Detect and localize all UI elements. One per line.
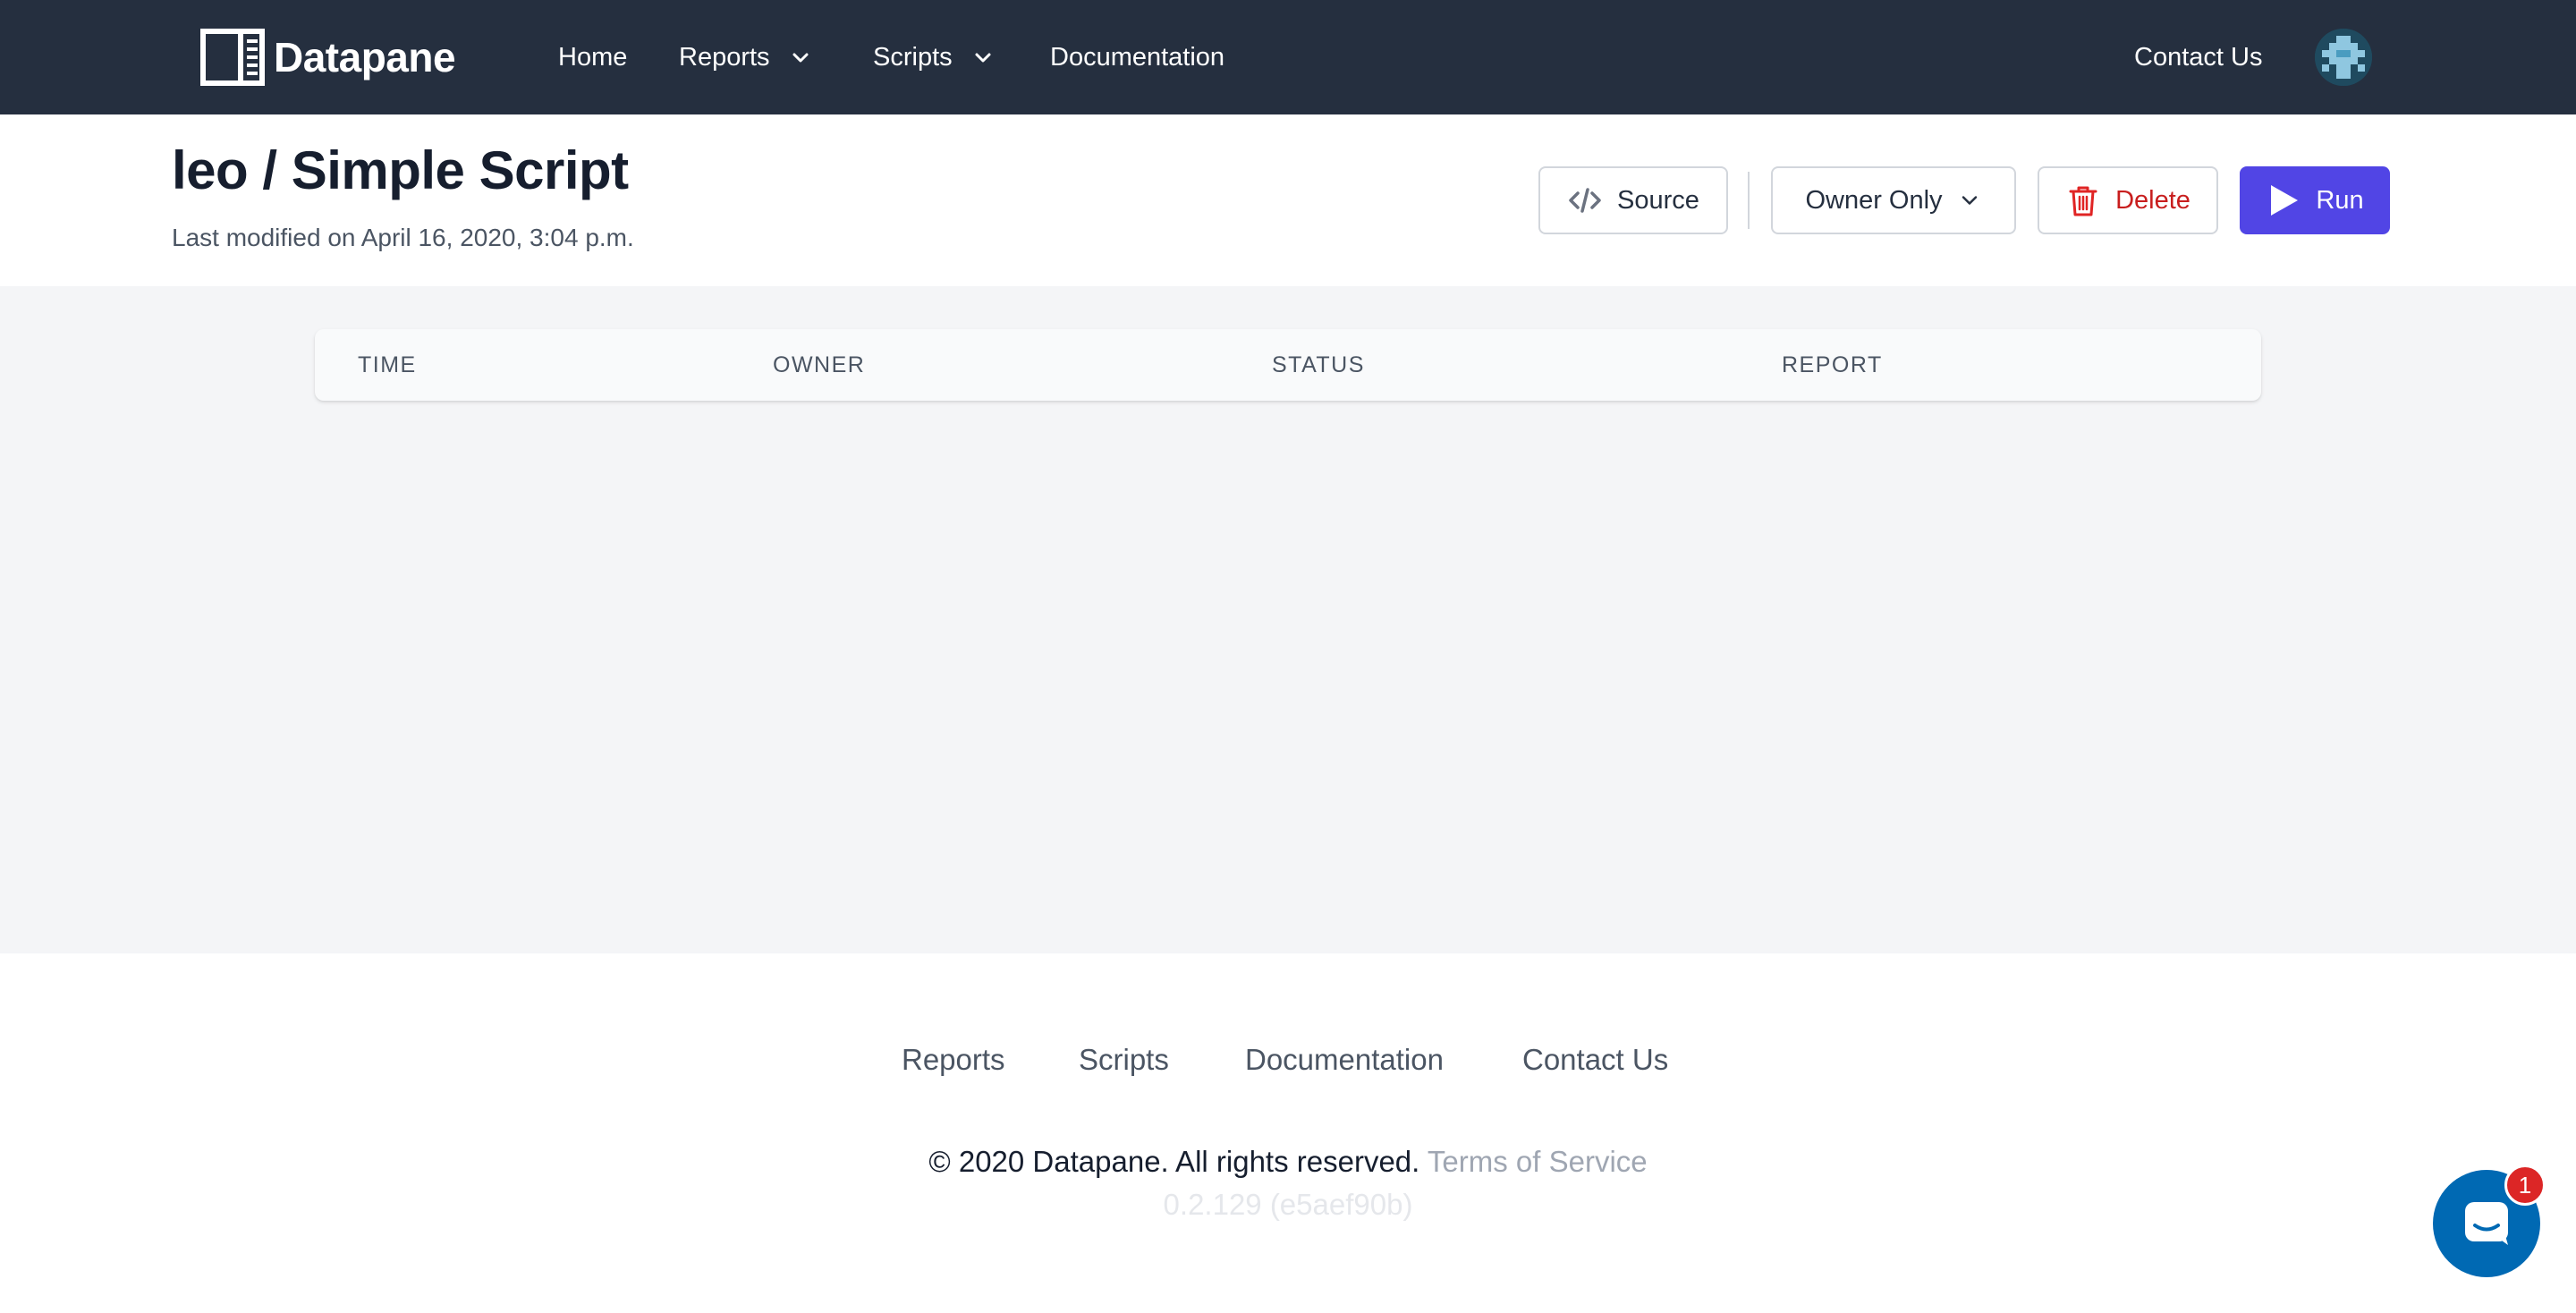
page-header: leo / Simple Script Last modified on Apr… bbox=[0, 114, 2576, 286]
chat-notification-badge: 1 bbox=[2504, 1165, 2546, 1206]
trash-icon bbox=[2069, 186, 2097, 216]
main-content: TIME OWNER STATUS REPORT bbox=[0, 286, 2576, 953]
avatar-icon bbox=[2315, 29, 2372, 86]
brand-name: Datapane bbox=[274, 34, 456, 80]
column-header-owner: OWNER bbox=[773, 352, 866, 377]
copyright-line: © 2020 Datapane. All rights reserved. Te… bbox=[0, 1145, 2576, 1179]
nav-contact-label: Contact Us bbox=[2134, 42, 2263, 72]
chevron-down-icon bbox=[975, 53, 991, 63]
footer-link-scripts[interactable]: Scripts bbox=[1079, 1043, 1169, 1077]
page-title: leo / Simple Script bbox=[172, 140, 629, 200]
code-icon bbox=[1569, 188, 1601, 213]
visibility-dropdown-label: Owner Only bbox=[1805, 185, 1943, 215]
nav-contact-us[interactable]: Contact Us bbox=[2134, 39, 2262, 75]
last-modified-text: Last modified on April 16, 2020, 3:04 p.… bbox=[172, 224, 634, 251]
visibility-dropdown[interactable]: Owner Only bbox=[1771, 166, 2016, 234]
runs-table: TIME OWNER STATUS REPORT bbox=[315, 329, 2261, 401]
nav-scripts[interactable]: Scripts bbox=[873, 39, 994, 75]
nav-reports-label: Reports bbox=[679, 42, 770, 72]
column-header-status: STATUS bbox=[1272, 352, 1365, 377]
run-button[interactable]: Run bbox=[2240, 166, 2390, 234]
nav-documentation[interactable]: Documentation bbox=[1050, 39, 1224, 75]
nav-documentation-label: Documentation bbox=[1050, 42, 1225, 72]
brand-logo[interactable]: Datapane bbox=[200, 29, 456, 86]
user-avatar[interactable] bbox=[2315, 29, 2372, 86]
footer-link-documentation[interactable]: Documentation bbox=[1245, 1043, 1444, 1077]
column-header-report: REPORT bbox=[1782, 352, 1883, 377]
column-header-time: TIME bbox=[358, 352, 417, 377]
terms-of-service-link[interactable]: Terms of Service bbox=[1428, 1145, 1648, 1178]
datapane-logo-icon bbox=[200, 29, 265, 86]
delete-button-label: Delete bbox=[2115, 185, 2190, 215]
nav-home-label: Home bbox=[558, 42, 628, 72]
footer-link-contact-us[interactable]: Contact Us bbox=[1522, 1043, 1668, 1077]
source-button[interactable]: Source bbox=[1538, 166, 1728, 234]
nav-scripts-label: Scripts bbox=[873, 42, 953, 72]
copyright-text: © 2020 Datapane. All rights reserved. bbox=[928, 1145, 1420, 1178]
page-footer: Reports Scripts Documentation Contact Us… bbox=[0, 953, 2576, 1313]
header-divider bbox=[1748, 172, 1750, 229]
run-button-label: Run bbox=[2316, 185, 2364, 215]
delete-button[interactable]: Delete bbox=[2038, 166, 2218, 234]
nav-home[interactable]: Home bbox=[558, 39, 627, 75]
nav-reports[interactable]: Reports bbox=[679, 39, 811, 75]
chat-icon bbox=[2465, 1202, 2508, 1245]
top-navbar: Datapane Home Reports Scripts Documentat… bbox=[0, 0, 2576, 114]
chevron-down-icon bbox=[792, 53, 809, 63]
chevron-down-icon bbox=[1962, 196, 1977, 205]
source-button-label: Source bbox=[1617, 185, 1699, 215]
footer-link-reports[interactable]: Reports bbox=[902, 1043, 1005, 1077]
version-text: 0.2.129 (e5aef90b) bbox=[1163, 1188, 1413, 1221]
play-icon bbox=[2271, 185, 2299, 216]
